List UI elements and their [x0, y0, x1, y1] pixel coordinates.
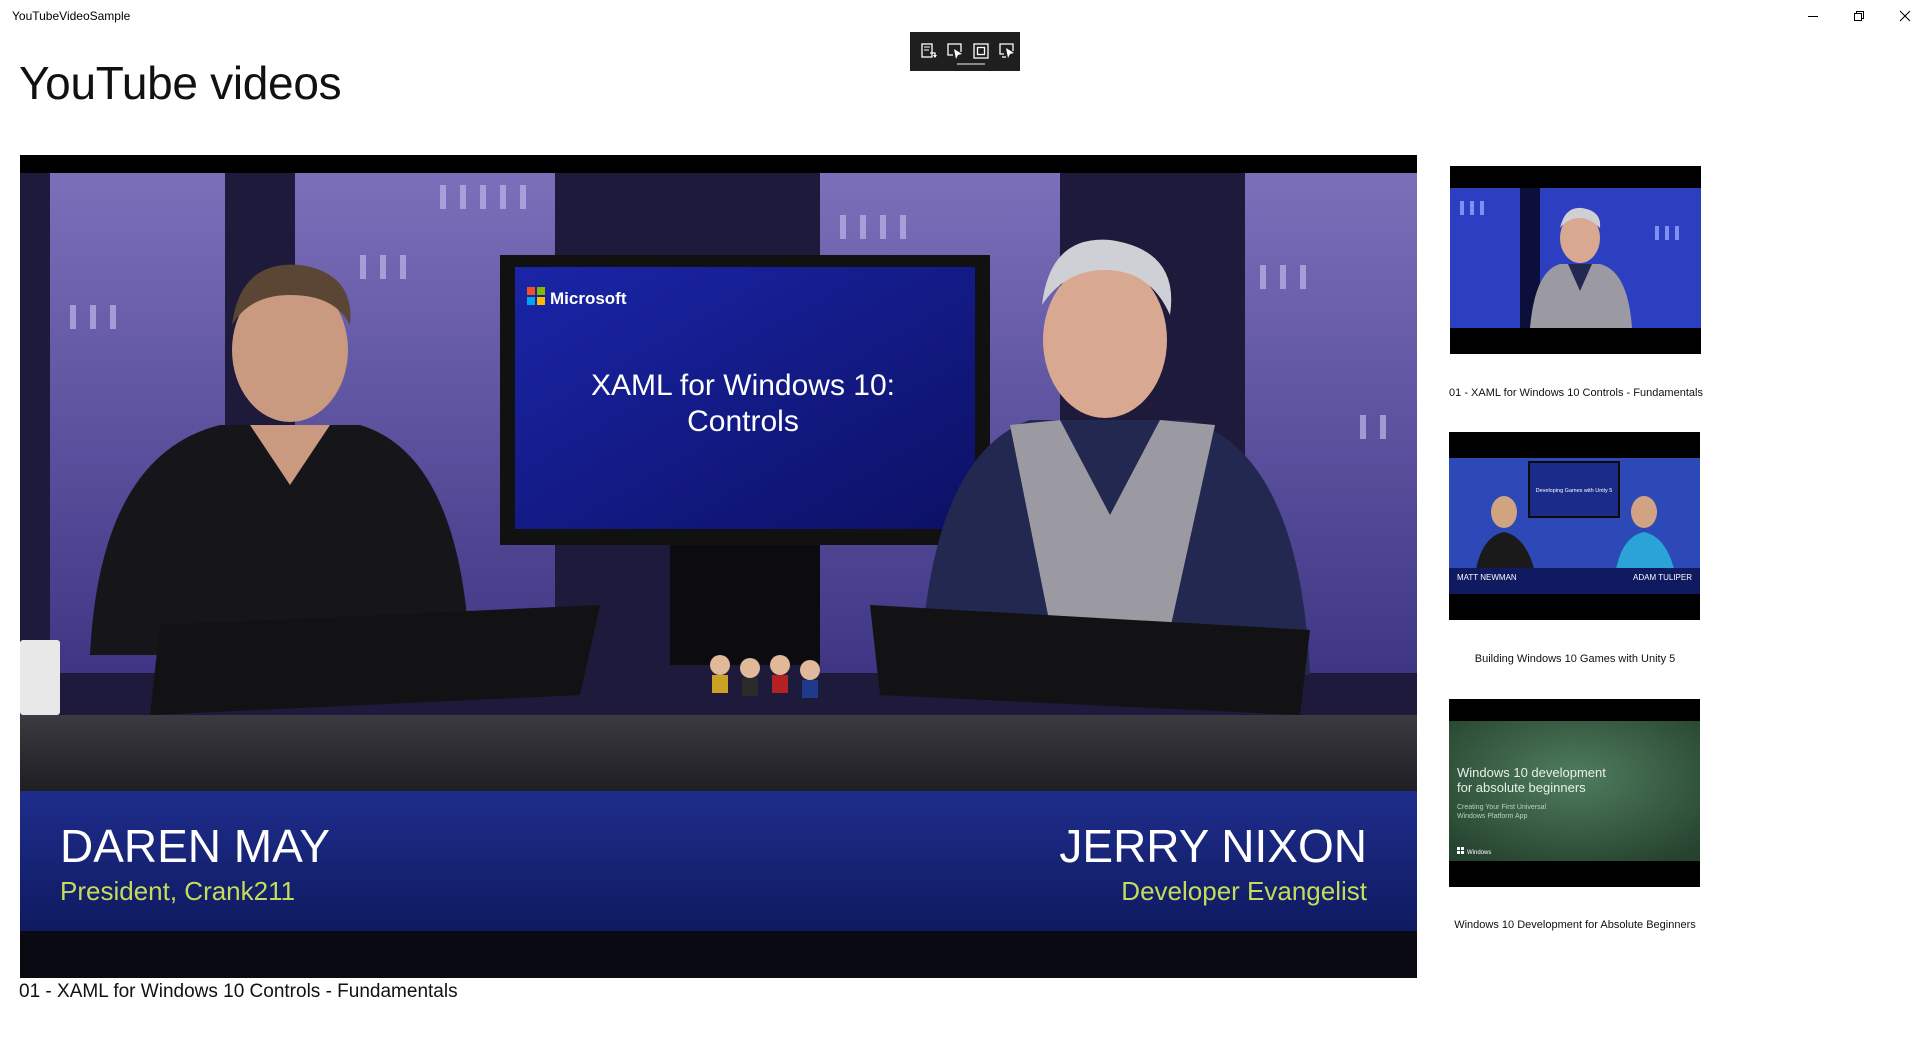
- restore-button[interactable]: [1836, 0, 1882, 32]
- thumb2-screen-text: Developing Games with Unity 5: [1536, 488, 1613, 494]
- monitor-brand: Microsoft: [550, 289, 627, 308]
- close-button[interactable]: [1882, 0, 1920, 32]
- video-player[interactable]: Microsoft XAML for Windows 10: Controls: [20, 155, 1417, 978]
- title-bar: YouTubeVideoSample: [0, 0, 1920, 32]
- close-icon: [1899, 10, 1911, 22]
- toolbar-grip[interactable]: [957, 63, 985, 65]
- live-visual-tree-icon: [921, 43, 937, 58]
- thumb3-sub1: Creating Your First Universal: [1457, 804, 1547, 811]
- monitor-line2: Controls: [687, 405, 799, 438]
- lower-third-left-name: DAREN MAY: [60, 820, 330, 872]
- thumb3-line1: Windows 10 development: [1457, 765, 1606, 780]
- lower-third-right-name: JERRY NIXON: [1059, 820, 1367, 872]
- playlist-title-2[interactable]: Building Windows 10 Games with Unity 5: [1440, 653, 1710, 665]
- minimize-icon: [1808, 16, 1818, 17]
- debug-toolbar: [910, 32, 1020, 71]
- current-video-title: 01 - XAML for Windows 10 Controls - Fund…: [19, 981, 458, 1002]
- thumb3-sub2: Windows Platform App: [1457, 813, 1528, 820]
- video-frame: Microsoft XAML for Windows 10: Controls: [20, 155, 1417, 978]
- playlist-title-3[interactable]: Windows 10 Development for Absolute Begi…: [1440, 919, 1710, 931]
- track-focus-icon: [999, 43, 1014, 58]
- thumb3-line2: for absolute beginners: [1457, 780, 1586, 795]
- track-focus-button[interactable]: [994, 38, 1020, 64]
- select-element-icon: [947, 43, 962, 59]
- select-element-button[interactable]: [942, 38, 968, 64]
- playlist-thumbnail-2[interactable]: Developing Games with Unity 5 MATT NEWMA…: [1449, 432, 1700, 620]
- live-visual-tree-button[interactable]: [916, 38, 942, 64]
- minimize-button[interactable]: [1790, 0, 1836, 32]
- thumb3-brand: Windows: [1467, 850, 1491, 856]
- lower-third-left-role: President, Crank211: [60, 876, 295, 906]
- page-title: YouTube videos: [19, 57, 342, 109]
- thumb2-left-name: MATT NEWMAN: [1457, 573, 1517, 582]
- lower-third-right-role: Developer Evangelist: [1121, 876, 1367, 906]
- display-layout-adorners-icon: [973, 43, 989, 59]
- restore-icon: [1854, 11, 1864, 21]
- thumb2-right-name: ADAM TULIPER: [1633, 573, 1692, 582]
- window-title: YouTubeVideoSample: [12, 9, 131, 23]
- monitor-line1: XAML for Windows 10:: [591, 369, 895, 402]
- display-layout-adorners-button[interactable]: [968, 38, 994, 64]
- playlist-thumbnail-3[interactable]: Windows 10 development for absolute begi…: [1449, 699, 1700, 887]
- playlist-title-1[interactable]: 01 - XAML for Windows 10 Controls - Fund…: [1441, 387, 1711, 399]
- playlist-thumbnail-1[interactable]: [1450, 166, 1701, 354]
